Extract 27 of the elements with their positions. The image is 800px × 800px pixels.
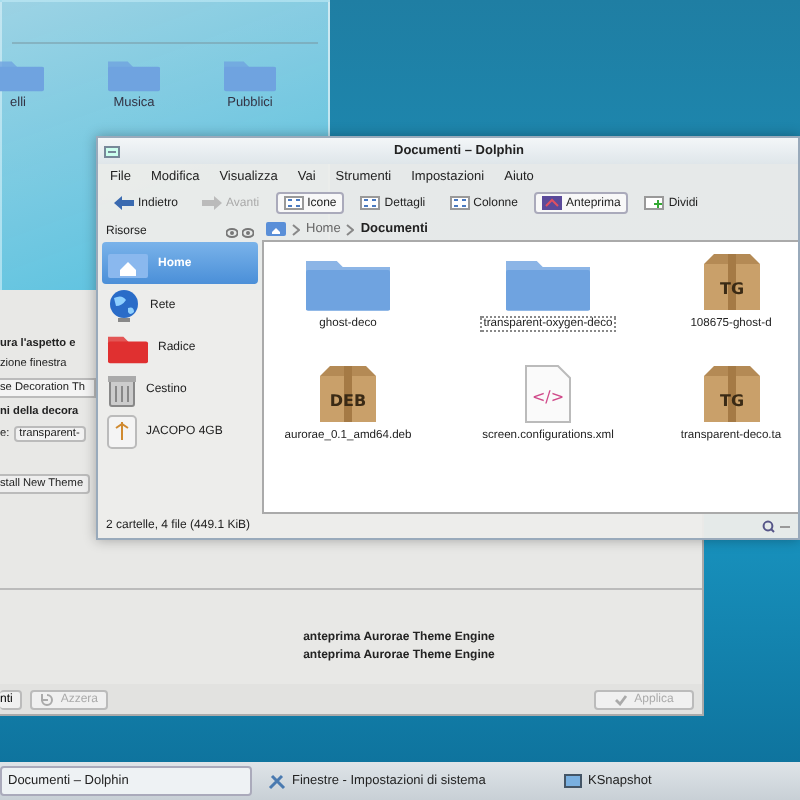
arrow-icon: [202, 196, 223, 210]
folder-icon: [106, 56, 162, 92]
chevron-icon: [346, 223, 355, 235]
code-file-icon: </>: [522, 364, 574, 424]
arrow-icon: [114, 196, 134, 210]
view-mode-icon: [360, 196, 381, 210]
globe-icon: [106, 287, 142, 323]
trash-icon: [106, 371, 138, 407]
chevron-icon: [292, 223, 300, 235]
usb-drive-icon: [106, 413, 138, 449]
view-mode-icon: [283, 196, 304, 210]
folder-icon: [106, 331, 150, 363]
home-icon[interactable]: [266, 222, 286, 236]
folder-icon: [222, 56, 278, 92]
tools-icon: [268, 773, 286, 789]
window-menu-icon[interactable]: [104, 145, 120, 157]
preview-icon: [541, 196, 562, 210]
zoom-icon[interactable]: [762, 519, 790, 533]
check-icon: [614, 694, 629, 706]
package-icon: DEB: [314, 364, 382, 424]
eye-icon[interactable]: [242, 227, 254, 237]
screen-icon: [564, 773, 582, 789]
split-view-icon: [644, 196, 665, 210]
eye-icon[interactable]: [226, 227, 238, 237]
folder-icon: [0, 56, 46, 92]
reset-icon: [40, 694, 55, 706]
view-mode-icon: [449, 196, 470, 210]
